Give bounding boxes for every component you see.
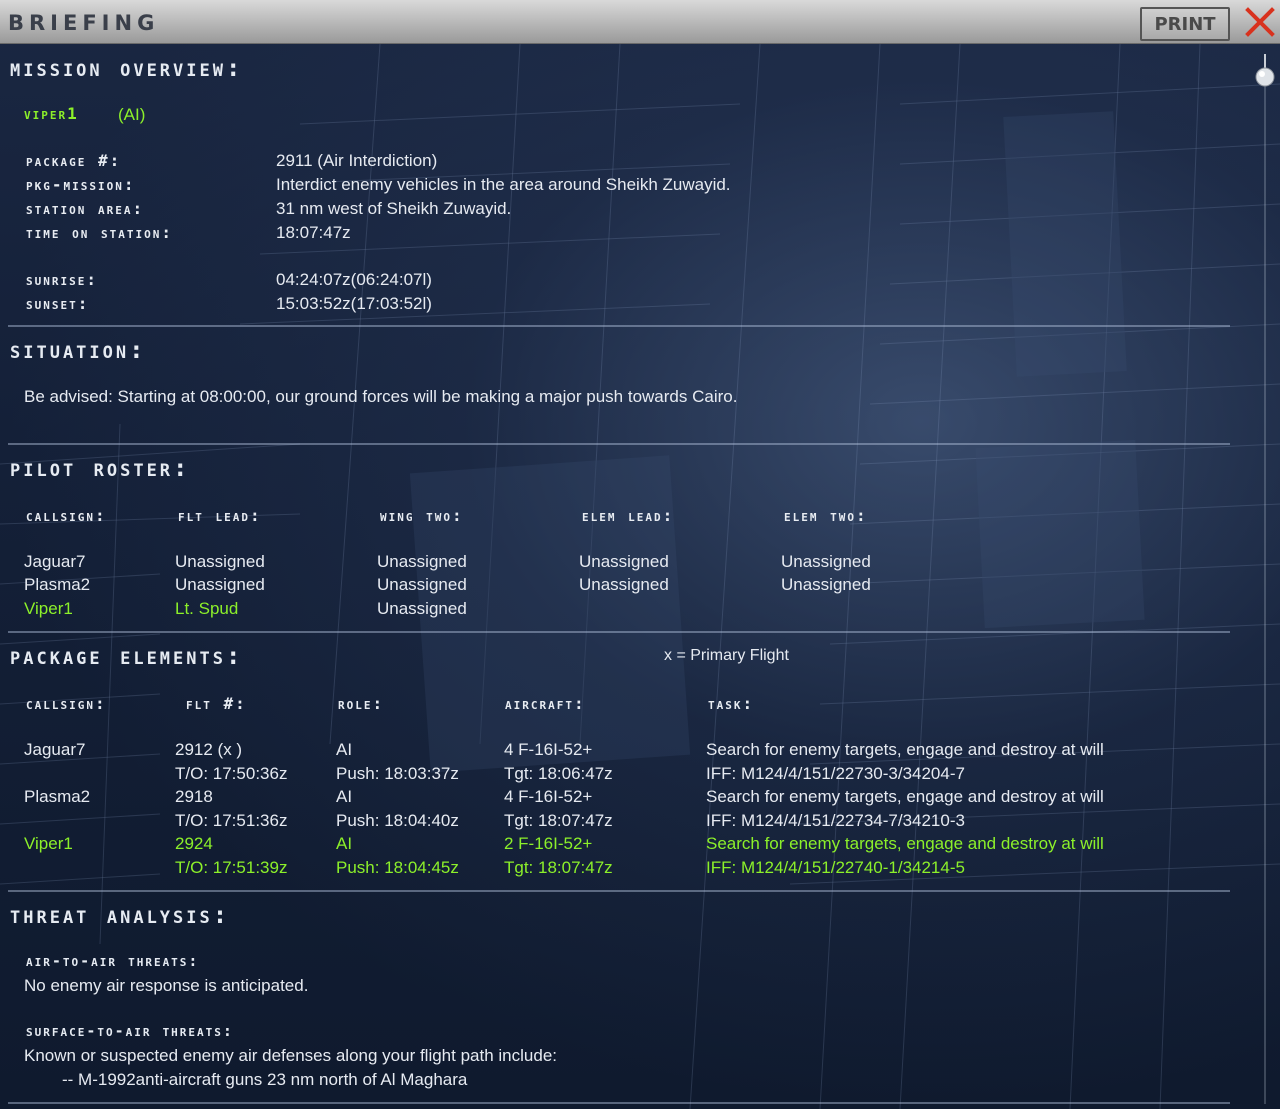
pkg-task: Search for enemy targets, engage and des…: [706, 740, 1104, 759]
window-title: BRIEFING: [8, 11, 160, 35]
pkg-mission-value: Interdict enemy vehicles in the area aro…: [276, 175, 731, 194]
pkg-aircraft: 4 F-16I-52+: [504, 740, 593, 759]
air-to-air-label: Air-to-Air Threats:: [26, 952, 200, 970]
time-on-station-label: Time on Station:: [26, 223, 173, 242]
scrollbar[interactable]: [1254, 54, 1276, 1106]
pkg-flt: 2912 (x ): [175, 740, 243, 759]
pkg-task: Search for enemy targets, engage and des…: [706, 834, 1104, 853]
divider: [8, 443, 1230, 445]
briefing-window: BRIEFING PRINT Mission Overview: Viper1 …: [0, 0, 1280, 1109]
situation-heading: Situation:: [10, 336, 147, 364]
pkg-role: AI: [336, 740, 353, 759]
pkg-takeoff: T/O: 17:51:39z: [175, 858, 288, 877]
flight-ai-suffix: (AI): [118, 105, 146, 124]
situation-text: Be advised: Starting at 08:00:00, our gr…: [24, 387, 738, 406]
pkg-task: Search for enemy targets, engage and des…: [706, 787, 1104, 806]
divider: [8, 1102, 1230, 1104]
roster-elem-lead: Unassigned: [579, 575, 669, 594]
pkg-tgt: Tgt: 18:06:47z: [504, 764, 613, 783]
roster-flt-lead: Lt. Spud: [175, 599, 239, 618]
roster-elem-lead: Unassigned: [579, 552, 669, 571]
primary-flight-legend: x = Primary Flight: [664, 647, 789, 664]
air-to-air-text: No enemy air response is anticipated.: [24, 976, 309, 995]
threat-analysis-heading: Threat Analysis:: [10, 901, 231, 929]
divider: [8, 325, 1230, 327]
pkg-role: AI: [336, 787, 353, 806]
surface-to-air-text: Known or suspected enemy air defenses al…: [24, 1046, 557, 1065]
pkg-push: Push: 18:04:45z: [336, 858, 459, 877]
roster-wing-two: Unassigned: [377, 575, 467, 594]
pkg-role: AI: [336, 834, 353, 853]
pkg-callsign: Plasma2: [24, 787, 91, 806]
station-area-label: Station Area:: [26, 199, 145, 218]
sunrise-label: Sunrise:: [26, 270, 98, 289]
title-bar: BRIEFING PRINT: [0, 0, 1280, 44]
sam-threat-item: -- M-1992anti-aircraft guns 23 nm north …: [62, 1070, 468, 1089]
sunset-value: 15:03:52z(17:03:52l): [276, 294, 432, 313]
pkg-callsign: Viper1: [24, 834, 73, 853]
briefing-content: Mission Overview: Viper1 (AI) Package #:…: [0, 44, 1240, 1109]
pkg-callsign: Jaguar7: [24, 740, 86, 759]
pkg-iff: IFF: M124/4/151/22740-1/34214-5: [706, 858, 965, 877]
pkg-takeoff: T/O: 17:50:36z: [175, 764, 288, 783]
pkg-col-aircraft: Aircraft:: [505, 694, 586, 713]
roster-col-callsign: Callsign:: [26, 506, 107, 525]
roster-flt-lead: Unassigned: [175, 552, 265, 571]
sunrise-value: 04:24:07z(06:24:07l): [276, 270, 432, 289]
pkg-aircraft: 4 F-16I-52+: [504, 787, 593, 806]
sunset-label: Sunset:: [26, 294, 90, 313]
pkg-mission-label: Pkg-Mission:: [26, 175, 136, 194]
roster-wing-two: Unassigned: [377, 552, 467, 571]
roster-col-wing-two: Wing Two:: [380, 506, 464, 525]
time-on-station-value: 18:07:47z: [276, 223, 351, 242]
package-value: 2911 (Air Interdiction): [276, 151, 438, 170]
roster-col-elem-lead: Elem Lead:: [582, 506, 675, 525]
flight-callsign: Viper1: [24, 104, 79, 123]
roster-callsign: Viper1: [24, 599, 73, 618]
divider: [8, 631, 1230, 633]
mission-overview-heading: Mission Overview:: [10, 54, 244, 82]
roster-elem-two: Unassigned: [781, 575, 871, 594]
pkg-tgt: Tgt: 18:07:47z: [504, 811, 613, 830]
pkg-col-flt: Flt #:: [186, 694, 247, 713]
scrollbar-track: [1264, 84, 1266, 1104]
pkg-iff: IFF: M124/4/151/22734-7/34210-3: [706, 811, 965, 830]
roster-col-elem-two: Elem Two:: [784, 506, 868, 525]
roster-flt-lead: Unassigned: [175, 575, 265, 594]
roster-wing-two: Unassigned: [377, 599, 467, 618]
station-area-value: 31 nm west of Sheikh Zuwayid.: [276, 199, 512, 218]
pkg-push: Push: 18:04:40z: [336, 811, 459, 830]
surface-to-air-label: Surface-To-Air Threats:: [26, 1022, 234, 1040]
pkg-tgt: Tgt: 18:07:47z: [504, 858, 613, 877]
package-elements-heading: Package Elements:: [10, 642, 244, 670]
roster-callsign: Plasma2: [24, 575, 91, 594]
pkg-col-role: Role:: [338, 694, 385, 713]
pkg-iff: IFF: M124/4/151/22730-3/34204-7: [706, 764, 965, 783]
pkg-flt: 2924: [175, 834, 213, 853]
roster-elem-two: Unassigned: [781, 552, 871, 571]
roster-col-flt-lead: Flt Lead:: [178, 506, 262, 525]
pkg-aircraft: 2 F-16I-52+: [504, 834, 593, 853]
scrollbar-thumb[interactable]: [1254, 54, 1276, 90]
pilot-roster-heading: Pilot Roster:: [10, 454, 191, 482]
divider: [8, 890, 1230, 892]
roster-callsign: Jaguar7: [24, 552, 86, 571]
pkg-flt: 2918: [175, 787, 213, 806]
package-label: Package #:: [26, 151, 122, 170]
pkg-col-callsign: Callsign:: [26, 694, 107, 713]
pkg-col-task: Task:: [708, 694, 755, 713]
close-x-icon[interactable]: [1244, 6, 1276, 38]
print-button[interactable]: PRINT: [1140, 7, 1230, 41]
pkg-takeoff: T/O: 17:51:36z: [175, 811, 288, 830]
pkg-push: Push: 18:03:37z: [336, 764, 459, 783]
